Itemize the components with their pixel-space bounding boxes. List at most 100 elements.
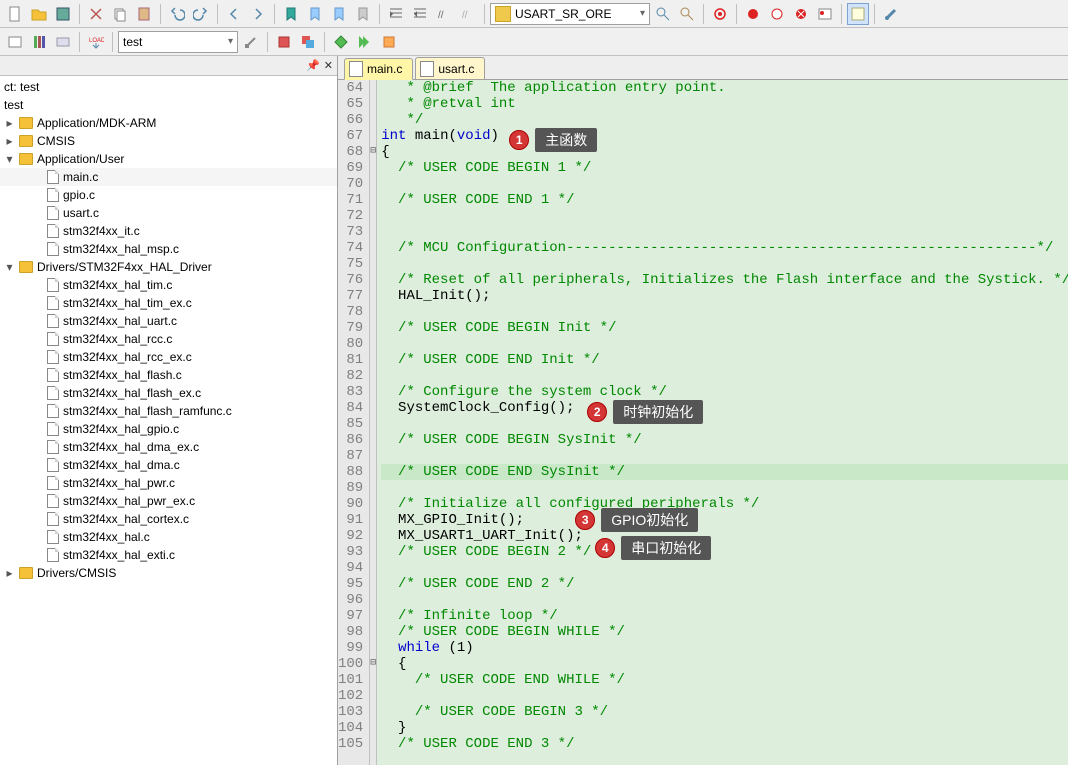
code-line[interactable]: } — [381, 720, 1068, 736]
tree-file[interactable]: stm32f4xx_hal_tim.c — [0, 276, 337, 294]
build-icon[interactable] — [273, 31, 295, 53]
code-line[interactable]: /* USER CODE END 2 */ — [381, 576, 1068, 592]
nav-back-icon[interactable] — [223, 3, 245, 25]
code-line[interactable]: HAL_Init(); — [381, 288, 1068, 304]
code-line[interactable] — [381, 592, 1068, 608]
code-line[interactable]: /* USER CODE BEGIN Init */ — [381, 320, 1068, 336]
code-line[interactable]: /* USER CODE END Init */ — [381, 352, 1068, 368]
code-line[interactable]: /* USER CODE BEGIN 3 */ — [381, 704, 1068, 720]
code-line[interactable] — [381, 560, 1068, 576]
code-line[interactable]: MX_GPIO_Init(); — [381, 512, 1068, 528]
tree-file[interactable]: stm32f4xx_hal_uart.c — [0, 312, 337, 330]
breakpoint-window-icon[interactable] — [814, 3, 836, 25]
bookmark-set-icon[interactable] — [280, 3, 302, 25]
tree-file[interactable]: stm32f4xx_hal_pwr_ex.c — [0, 492, 337, 510]
open-icon[interactable] — [28, 3, 50, 25]
rebuild-icon[interactable] — [297, 31, 319, 53]
tree-file[interactable]: stm32f4xx_hal.c — [0, 528, 337, 546]
window-layout-icon[interactable] — [847, 3, 869, 25]
debug-icon[interactable] — [709, 3, 731, 25]
tree-file[interactable]: main.c — [0, 168, 337, 186]
tree-file[interactable]: stm32f4xx_hal_tim_ex.c — [0, 294, 337, 312]
expander-icon[interactable]: ▾ — [4, 154, 15, 165]
tree-file[interactable]: stm32f4xx_hal_flash.c — [0, 366, 337, 384]
breakpoint-kill-icon[interactable] — [790, 3, 812, 25]
code-lines[interactable]: * @brief The application entry point. * … — [377, 80, 1068, 765]
tree-file[interactable]: stm32f4xx_hal_dma_ex.c — [0, 438, 337, 456]
undo-icon[interactable] — [166, 3, 188, 25]
code-line[interactable]: */ — [381, 112, 1068, 128]
code-line[interactable]: /* USER CODE BEGIN WHILE */ — [381, 624, 1068, 640]
code-line[interactable]: /* USER CODE END SysInit */ — [381, 464, 1068, 480]
tree-folder[interactable]: ▸CMSIS — [0, 132, 337, 150]
code-line[interactable]: { — [381, 144, 1068, 160]
tree-file[interactable]: gpio.c — [0, 186, 337, 204]
tree-file[interactable]: usart.c — [0, 204, 337, 222]
find-in-files-icon[interactable] — [676, 3, 698, 25]
code-line[interactable] — [381, 336, 1068, 352]
fold-column[interactable]: ⊟⊟ — [370, 80, 377, 765]
tree-file[interactable]: stm32f4xx_hal_flash_ex.c — [0, 384, 337, 402]
expander-icon[interactable]: ▸ — [4, 568, 15, 579]
tree-file[interactable]: stm32f4xx_hal_exti.c — [0, 546, 337, 564]
breakpoint-insert-icon[interactable] — [742, 3, 764, 25]
tree-file[interactable]: stm32f4xx_hal_msp.c — [0, 240, 337, 258]
fold-handle[interactable]: ⊟ — [370, 144, 376, 160]
save-icon[interactable] — [52, 3, 74, 25]
copy-icon[interactable] — [109, 3, 131, 25]
code-line[interactable]: MX_USART1_UART_Init(); — [381, 528, 1068, 544]
tree-folder[interactable]: ▸Drivers/CMSIS — [0, 564, 337, 582]
tree-file[interactable]: stm32f4xx_hal_dma.c — [0, 456, 337, 474]
bookmark-prev-icon[interactable] — [304, 3, 326, 25]
expander-icon[interactable]: ▾ — [4, 262, 15, 273]
code-line[interactable]: * @retval int — [381, 96, 1068, 112]
tree-file[interactable]: stm32f4xx_hal_pwr.c — [0, 474, 337, 492]
close-icon[interactable]: ✕ — [324, 59, 333, 72]
comment-icon[interactable]: // — [433, 3, 455, 25]
code-line[interactable] — [381, 304, 1068, 320]
translate-icon[interactable] — [330, 31, 352, 53]
bookmark-clear-icon[interactable] — [352, 3, 374, 25]
code-line[interactable]: while (1) — [381, 640, 1068, 656]
fold-handle[interactable]: ⊟ — [370, 656, 376, 672]
target-combo[interactable]: test — [118, 31, 238, 53]
manage-icon[interactable] — [52, 31, 74, 53]
cut-icon[interactable] — [85, 3, 107, 25]
code-line[interactable] — [381, 224, 1068, 240]
load-icon[interactable]: LOAD — [85, 31, 107, 53]
tree-file[interactable]: stm32f4xx_hal_rcc.c — [0, 330, 337, 348]
tree-folder[interactable]: ▸Application/MDK-ARM — [0, 114, 337, 132]
code-line[interactable]: /* USER CODE END 3 */ — [381, 736, 1068, 752]
expander-icon[interactable]: ▸ — [4, 118, 15, 129]
tree-text[interactable]: ct: test — [0, 78, 337, 96]
code-line[interactable] — [381, 256, 1068, 272]
indent-icon[interactable] — [385, 3, 407, 25]
code-area[interactable]: 6465666768697071727374757677787980818283… — [338, 80, 1068, 765]
code-line[interactable]: int main(void) — [381, 128, 1068, 144]
editor-tab[interactable]: usart.c — [415, 57, 485, 79]
code-line[interactable] — [381, 688, 1068, 704]
code-line[interactable]: /* MCU Configuration--------------------… — [381, 240, 1068, 256]
new-file-icon[interactable] — [4, 3, 26, 25]
code-line[interactable]: /* Reset of all peripherals, Initializes… — [381, 272, 1068, 288]
pin-icon[interactable]: 📌 — [306, 59, 320, 72]
code-line[interactable]: /* USER CODE END WHILE */ — [381, 672, 1068, 688]
code-line[interactable]: * @brief The application entry point. — [381, 80, 1068, 96]
nav-fwd-icon[interactable] — [247, 3, 269, 25]
tree-folder[interactable]: ▾Application/User — [0, 150, 337, 168]
breakpoint-disable-icon[interactable] — [766, 3, 788, 25]
code-line[interactable]: /* Initialize all configured peripherals… — [381, 496, 1068, 512]
code-line[interactable]: /* USER CODE END 1 */ — [381, 192, 1068, 208]
code-line[interactable]: /* USER CODE BEGIN 2 */ — [381, 544, 1068, 560]
code-line[interactable] — [381, 416, 1068, 432]
paste-icon[interactable] — [133, 3, 155, 25]
uncomment-icon[interactable]: // — [457, 3, 479, 25]
code-line[interactable]: SystemClock_Config(); — [381, 400, 1068, 416]
bookmark-next-icon[interactable] — [328, 3, 350, 25]
tree-text[interactable]: test — [0, 96, 337, 114]
tree-file[interactable]: stm32f4xx_hal_rcc_ex.c — [0, 348, 337, 366]
code-line[interactable] — [381, 176, 1068, 192]
editor-tab[interactable]: main.c — [344, 58, 413, 80]
project-tree[interactable]: ct: testtest▸Application/MDK-ARM▸CMSIS▾A… — [0, 76, 337, 765]
books-icon[interactable] — [28, 31, 50, 53]
